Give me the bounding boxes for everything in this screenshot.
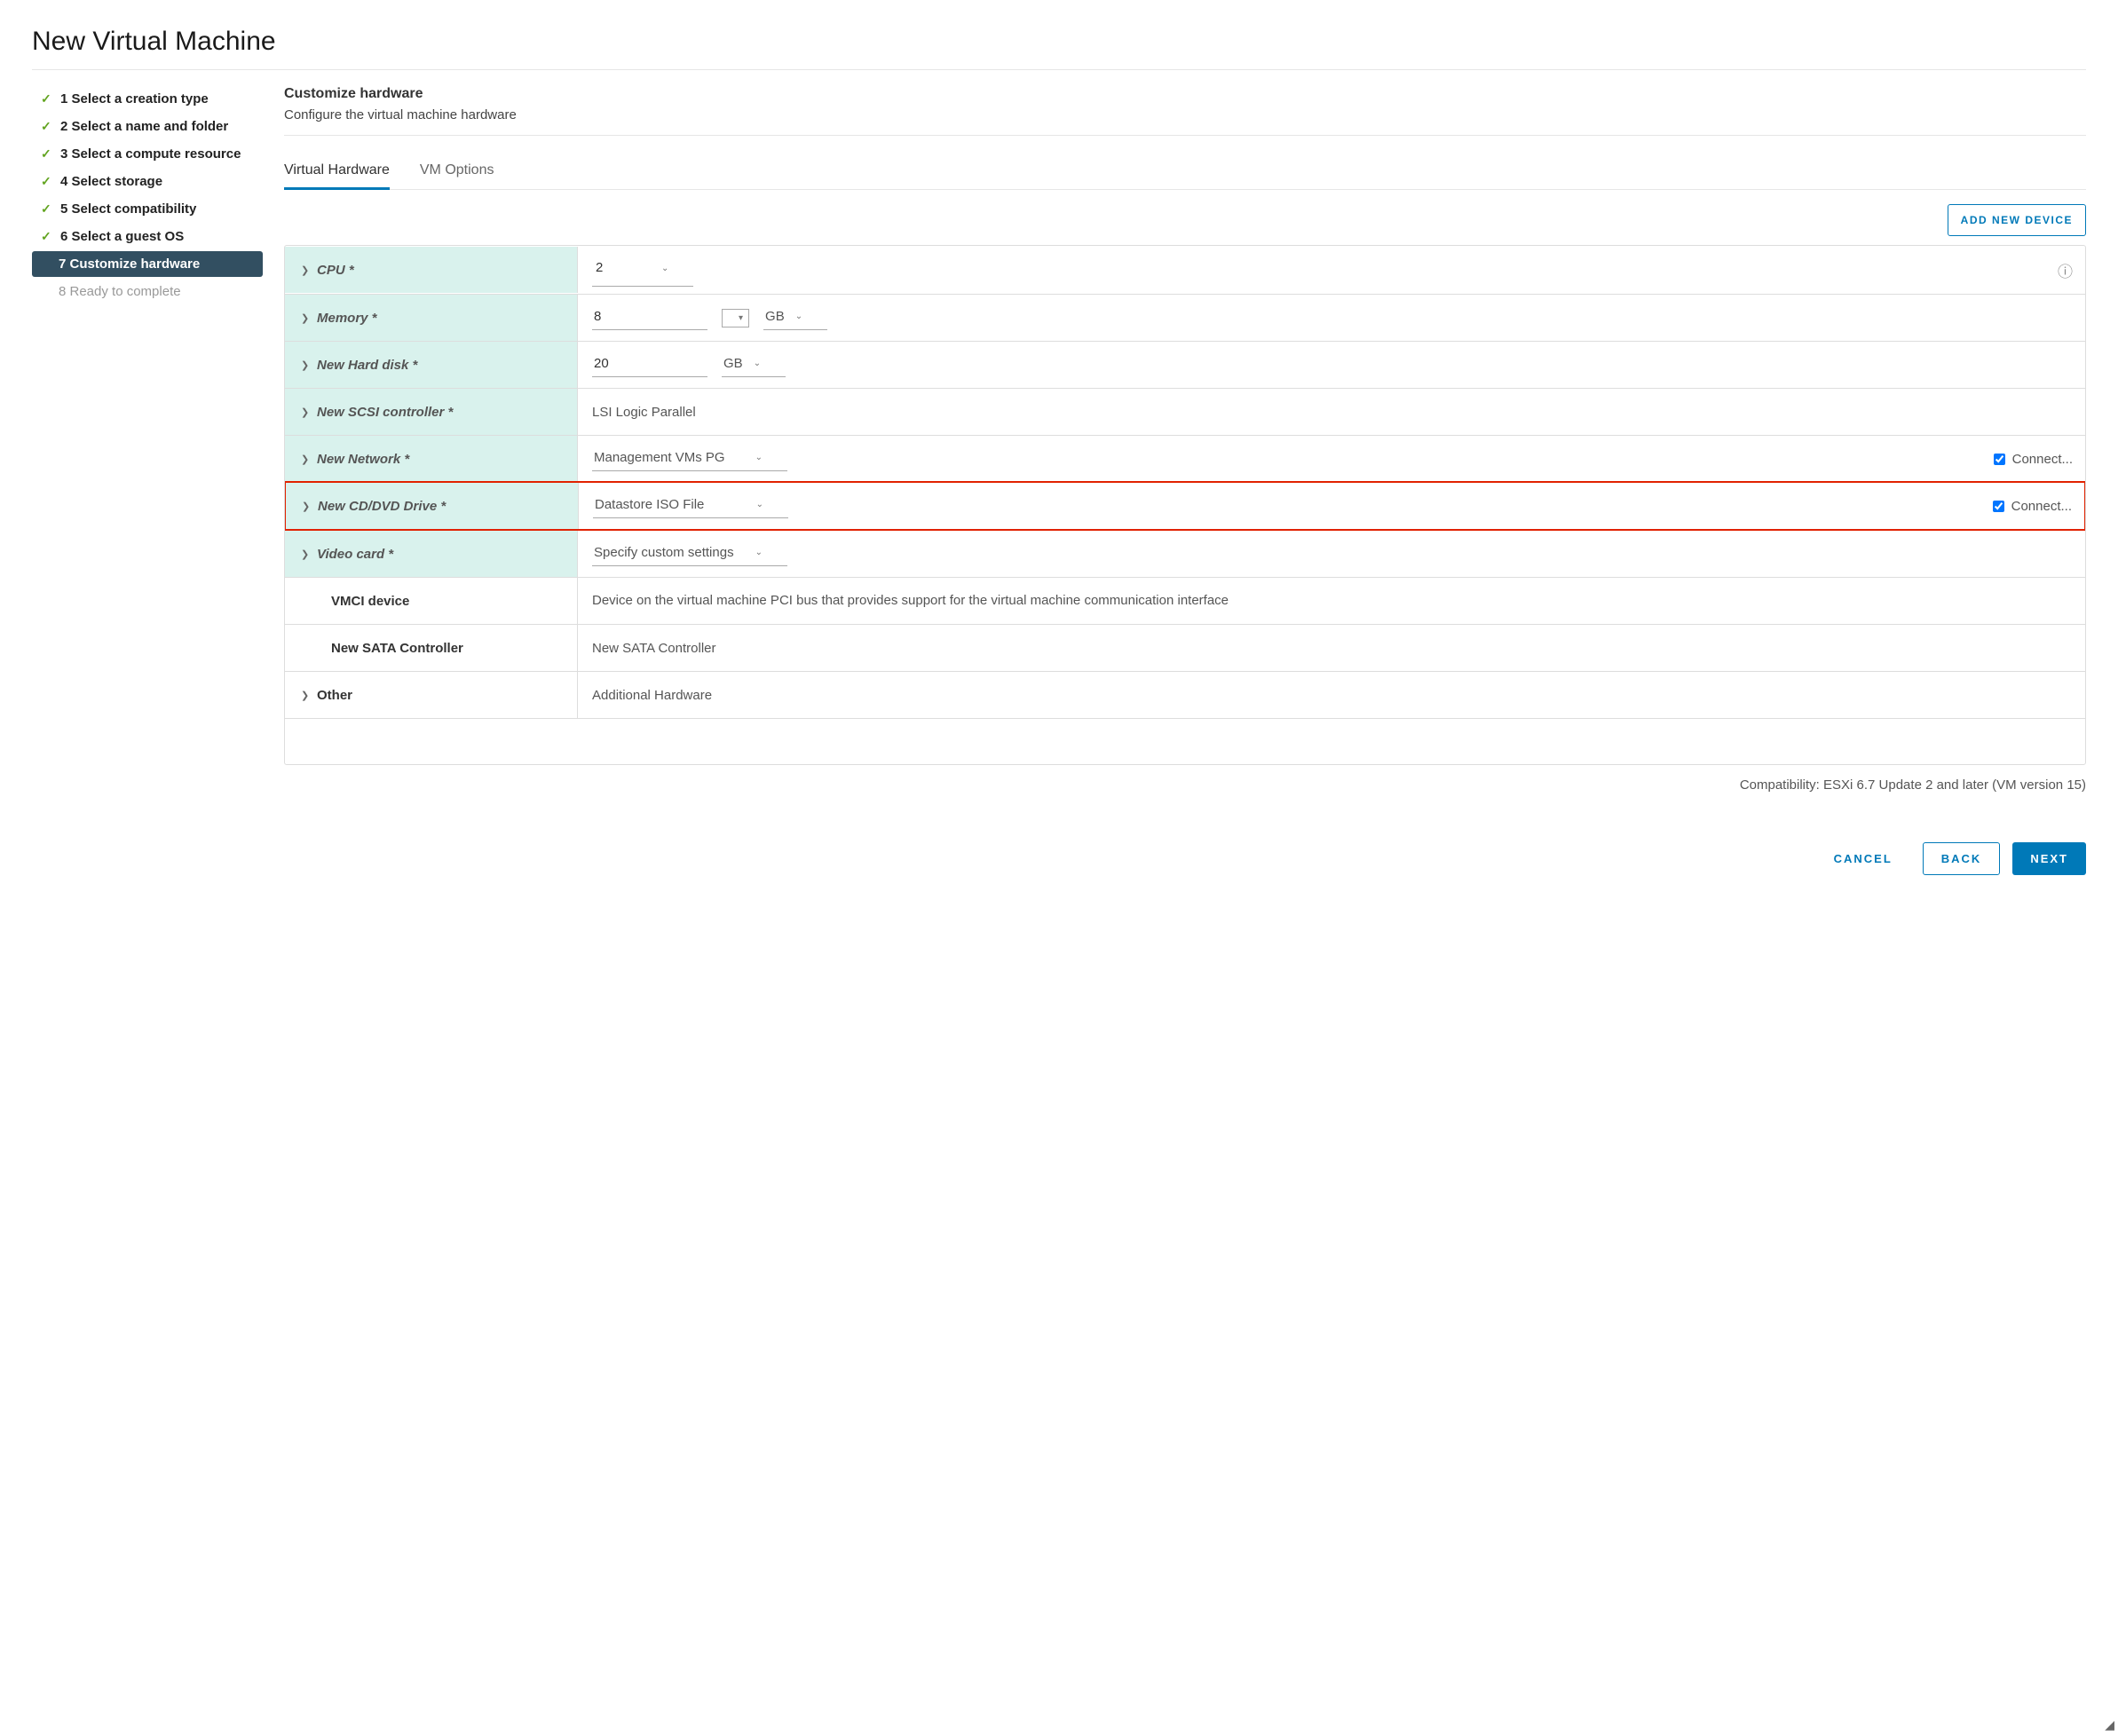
row-scsi-header[interactable]: ❯New SCSI controller * bbox=[285, 389, 578, 435]
row-sata: New SATA Controller New SATA Controller bbox=[285, 624, 2085, 671]
cancel-button[interactable]: CANCEL bbox=[1816, 842, 1910, 875]
row-vmci-header: VMCI device bbox=[285, 578, 578, 624]
row-network-header[interactable]: ❯New Network * bbox=[285, 436, 578, 482]
chevron-down-icon: ⌄ bbox=[756, 500, 763, 509]
table-footer bbox=[285, 718, 2085, 764]
wizard-actions: CANCEL BACK NEXT bbox=[284, 837, 2086, 875]
tab-virtual-hardware[interactable]: Virtual Hardware bbox=[284, 154, 390, 190]
check-icon: ✓ bbox=[41, 201, 53, 217]
wizard-step-6[interactable]: ✓6 Select a guest OS bbox=[32, 224, 263, 249]
network-select[interactable]: Management VMs PG⌄ bbox=[592, 446, 787, 471]
disk-size-input[interactable] bbox=[592, 352, 707, 377]
wizard-step-7[interactable]: 7 Customize hardware bbox=[32, 251, 263, 277]
cd-connect-checkbox[interactable] bbox=[1993, 501, 2004, 512]
check-icon: ✓ bbox=[41, 174, 53, 189]
chevron-right-icon: ❯ bbox=[301, 548, 310, 560]
info-icon[interactable]: ⓘ bbox=[2058, 259, 2073, 281]
cd-dvd-select[interactable]: Datastore ISO File⌄ bbox=[593, 493, 788, 518]
sata-value: New SATA Controller bbox=[592, 641, 716, 656]
wizard-step-5[interactable]: ✓5 Select compatibility bbox=[32, 196, 263, 222]
hardware-table: ❯CPU * 2⌄ ⓘ ❯Memory * ▾ GB⌄ ❯New Hard di… bbox=[284, 245, 2086, 765]
row-network: ❯New Network * Management VMs PG⌄ Connec… bbox=[285, 435, 2085, 482]
network-connect-label: Connect... bbox=[2012, 452, 2073, 467]
cd-connect-label: Connect... bbox=[2011, 499, 2072, 514]
memory-unit-select[interactable]: GB⌄ bbox=[763, 305, 827, 330]
chevron-right-icon: ❯ bbox=[301, 690, 310, 701]
check-icon: ✓ bbox=[41, 91, 53, 107]
row-cd-dvd: ❯New CD/DVD Drive * Datastore ISO File⌄ … bbox=[284, 481, 2086, 531]
chevron-right-icon: ❯ bbox=[301, 406, 310, 418]
row-scsi: ❯New SCSI controller * LSI Logic Paralle… bbox=[285, 388, 2085, 435]
page-title: New Virtual Machine bbox=[32, 27, 2086, 70]
check-icon: ✓ bbox=[41, 229, 53, 244]
wizard-step-1[interactable]: ✓1 Select a creation type bbox=[32, 86, 263, 112]
section-title: Customize hardware bbox=[284, 86, 2086, 102]
wizard-step-8: 8 Ready to complete bbox=[32, 279, 263, 304]
chevron-down-icon: ⌄ bbox=[755, 548, 763, 557]
row-video-header[interactable]: ❯Video card * bbox=[285, 531, 578, 577]
network-connect-checkbox[interactable] bbox=[1994, 454, 2005, 465]
chevron-down-icon: ⌄ bbox=[795, 312, 802, 321]
row-memory-header[interactable]: ❯Memory * bbox=[285, 295, 578, 341]
tab-vm-options[interactable]: VM Options bbox=[420, 154, 494, 189]
add-new-device-button[interactable]: ADD NEW DEVICE bbox=[1948, 204, 2086, 236]
wizard-step-4[interactable]: ✓4 Select storage bbox=[32, 169, 263, 194]
disk-unit-select[interactable]: GB⌄ bbox=[722, 352, 786, 377]
chevron-right-icon: ❯ bbox=[301, 359, 310, 371]
row-vmci: VMCI device Device on the virtual machin… bbox=[285, 577, 2085, 624]
wizard-step-2[interactable]: ✓2 Select a name and folder bbox=[32, 114, 263, 139]
section-desc: Configure the virtual machine hardware bbox=[284, 107, 2086, 136]
memory-input[interactable] bbox=[592, 305, 707, 330]
row-memory: ❯Memory * ▾ GB⌄ bbox=[285, 294, 2085, 341]
compatibility-text: Compatibility: ESXi 6.7 Update 2 and lat… bbox=[284, 777, 2086, 793]
check-icon: ✓ bbox=[41, 119, 53, 134]
row-cd-dvd-header[interactable]: ❯New CD/DVD Drive * bbox=[286, 483, 579, 529]
row-cpu: ❯CPU * 2⌄ ⓘ bbox=[285, 246, 2085, 294]
other-value: Additional Hardware bbox=[592, 688, 712, 703]
row-other-header[interactable]: ❯Other bbox=[285, 672, 578, 718]
cpu-select[interactable]: 2⌄ bbox=[592, 253, 693, 287]
chevron-right-icon: ❯ bbox=[301, 454, 310, 465]
row-cpu-header[interactable]: ❯CPU * bbox=[285, 247, 578, 293]
wizard-steps: ✓1 Select a creation type ✓2 Select a na… bbox=[32, 86, 263, 875]
memory-stepper[interactable]: ▾ bbox=[722, 309, 749, 327]
row-sata-header: New SATA Controller bbox=[285, 625, 578, 671]
resize-grip-icon[interactable]: ◢ bbox=[2105, 1717, 2114, 1732]
chevron-right-icon: ❯ bbox=[301, 312, 310, 324]
row-other: ❯Other Additional Hardware bbox=[285, 671, 2085, 718]
chevron-down-icon: ⌄ bbox=[755, 453, 763, 462]
row-hard-disk: ❯New Hard disk * GB⌄ bbox=[285, 341, 2085, 388]
chevron-down-icon: ⌄ bbox=[754, 359, 761, 368]
config-tabs: Virtual Hardware VM Options bbox=[284, 154, 2086, 190]
chevron-down-icon: ⌄ bbox=[661, 264, 668, 273]
check-icon: ✓ bbox=[41, 146, 53, 162]
row-video: ❯Video card * Specify custom settings⌄ bbox=[285, 530, 2085, 577]
video-select[interactable]: Specify custom settings⌄ bbox=[592, 541, 787, 566]
scsi-value: LSI Logic Parallel bbox=[592, 405, 696, 420]
caret-down-icon: ▾ bbox=[739, 313, 743, 323]
next-button[interactable]: NEXT bbox=[2012, 842, 2086, 875]
chevron-right-icon: ❯ bbox=[302, 501, 311, 512]
row-hard-disk-header[interactable]: ❯New Hard disk * bbox=[285, 342, 578, 388]
chevron-right-icon: ❯ bbox=[301, 264, 310, 276]
back-button[interactable]: BACK bbox=[1923, 842, 2001, 875]
wizard-step-3[interactable]: ✓3 Select a compute resource bbox=[32, 141, 263, 167]
vmci-value: Device on the virtual machine PCI bus th… bbox=[592, 589, 1229, 612]
